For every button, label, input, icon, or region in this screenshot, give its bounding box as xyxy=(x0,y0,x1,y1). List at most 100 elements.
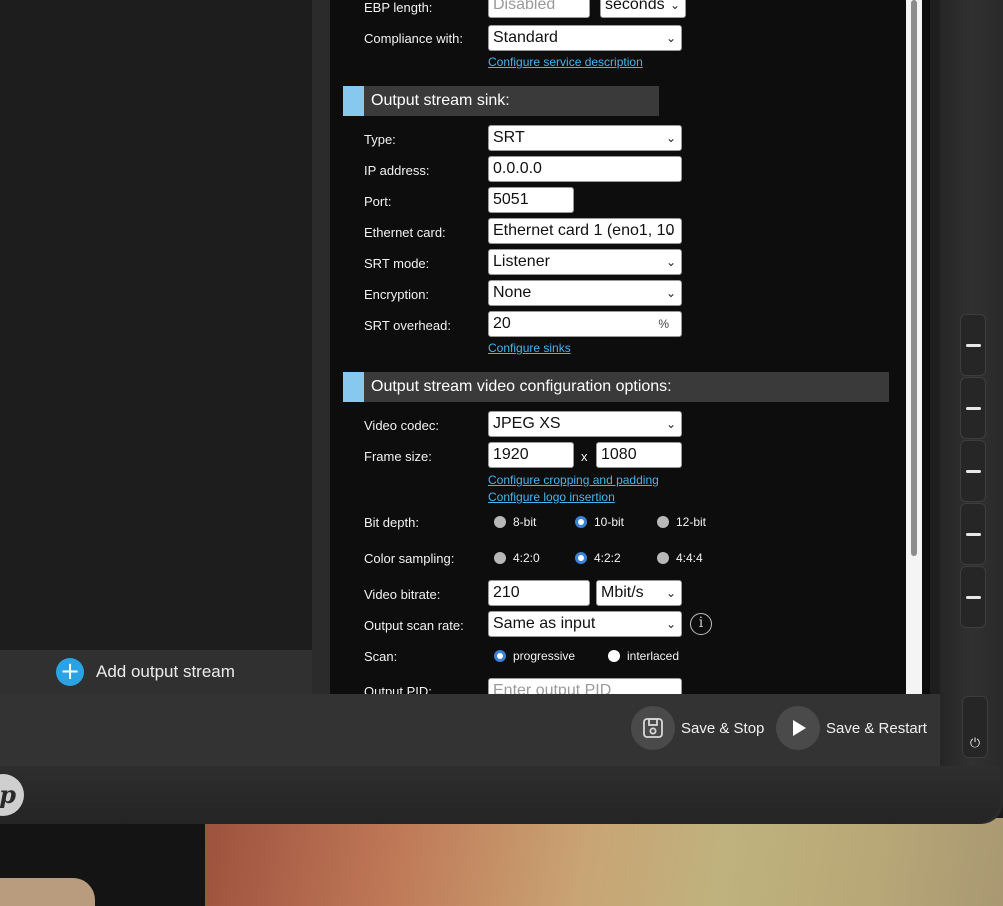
save-stop-button[interactable]: Save & Stop xyxy=(631,706,764,750)
bit-depth-label: Bit depth: xyxy=(364,515,419,530)
radio-dot xyxy=(608,650,620,662)
srt-overhead-label: SRT overhead: xyxy=(364,318,451,333)
radio-dot-selected xyxy=(494,650,506,662)
monitor-menu-button-2[interactable] xyxy=(960,377,986,439)
bit-depth-10-radio[interactable]: 10-bit xyxy=(575,515,624,529)
video-codec-select[interactable]: JPEG XS ⌄ xyxy=(488,411,682,437)
floppy-disk-icon xyxy=(631,706,675,750)
section-accent xyxy=(343,86,364,116)
add-output-stream-button[interactable]: + Add output stream xyxy=(56,658,235,686)
radio-dot-selected xyxy=(575,516,587,528)
panel-edge xyxy=(922,0,930,694)
monitor-menu-button-5[interactable] xyxy=(960,566,986,628)
bit-depth-12-label: 12-bit xyxy=(676,515,707,529)
video-section-title: Output stream video configuration option… xyxy=(371,378,672,395)
scan-interlaced-label: interlaced xyxy=(627,649,680,663)
scan-interlaced-radio[interactable]: interlaced xyxy=(608,649,679,663)
ethernet-card-value: Ethernet card 1 (eno1, 10 xyxy=(493,222,675,239)
port-input[interactable]: 5051 xyxy=(488,187,574,213)
bit-depth-8-label: 8-bit xyxy=(513,515,537,529)
color-sampling-422-radio[interactable]: 4:2:2 xyxy=(575,551,621,565)
bit-depth-10-label: 10-bit xyxy=(594,515,625,529)
video-bitrate-unit-value: Mbit/s xyxy=(601,584,644,601)
power-icon[interactable]: ⏻ xyxy=(962,696,988,758)
srt-mode-select[interactable]: Listener ⌄ xyxy=(488,249,682,275)
ip-address-label: IP address: xyxy=(364,163,430,178)
chevron-down-icon: ⌄ xyxy=(665,417,676,431)
configure-sinks-link[interactable]: Configure sinks xyxy=(488,341,571,355)
percent-unit: % xyxy=(658,317,669,331)
monitor-menu-button-1[interactable] xyxy=(960,314,986,376)
srt-overhead-value: 20 xyxy=(493,315,511,332)
output-pid-label: Output PID: xyxy=(364,684,432,694)
color-sampling-420-radio[interactable]: 4:2:0 xyxy=(494,551,540,565)
port-label: Port: xyxy=(364,194,392,209)
output-scan-rate-value: Same as input xyxy=(493,615,596,632)
scan-progressive-label: progressive xyxy=(513,649,576,663)
plus-icon: + xyxy=(56,658,84,686)
configure-cropping-link[interactable]: Configure cropping and padding xyxy=(488,473,659,487)
ethernet-card-select[interactable]: Ethernet card 1 (eno1, 10 ⌄ xyxy=(488,218,682,244)
ethernet-card-label: Ethernet card: xyxy=(364,225,446,240)
compliance-select[interactable]: Standard ⌄ xyxy=(488,25,682,51)
video-bitrate-input[interactable]: 210 xyxy=(488,580,590,606)
frame-width-input[interactable]: 1920 xyxy=(488,442,574,468)
encryption-label: Encryption: xyxy=(364,287,430,302)
chevron-down-icon: ⌄ xyxy=(665,255,676,269)
scan-progressive-radio[interactable]: progressive xyxy=(494,649,575,663)
color-sampling-422-label: 4:2:2 xyxy=(594,551,621,565)
save-restart-label: Save & Restart xyxy=(826,719,927,737)
stand-base xyxy=(0,878,95,906)
video-bitrate-unit-select[interactable]: Mbit/s ⌄ xyxy=(596,580,682,606)
srt-mode-label: SRT mode: xyxy=(364,256,430,271)
monitor-bottom-bezel xyxy=(0,766,1000,824)
srt-overhead-input[interactable]: 20% xyxy=(488,311,682,337)
ebp-length-unit-select[interactable]: seconds ⌄ xyxy=(600,0,686,18)
video-codec-value: JPEG XS xyxy=(493,415,561,432)
encryption-value: None xyxy=(493,284,532,301)
srt-mode-value: Listener xyxy=(493,253,550,270)
radio-dot-selected xyxy=(575,552,587,564)
chevron-down-icon: ⌄ xyxy=(669,0,680,12)
ip-address-input[interactable]: 0.0.0.0 xyxy=(488,156,682,182)
chevron-down-icon: ⌄ xyxy=(665,131,676,145)
ebp-length-input[interactable]: Disabled xyxy=(488,0,590,18)
save-restart-button[interactable]: Save & Restart xyxy=(776,706,927,750)
ebp-length-label: EBP length: xyxy=(364,0,433,15)
info-icon[interactable]: i xyxy=(690,613,712,635)
color-sampling-420-label: 4:2:0 xyxy=(513,551,540,565)
sink-section-header: Output stream sink: xyxy=(343,86,659,116)
monitor-menu-button-4[interactable] xyxy=(960,503,986,565)
add-output-stream-label: Add output stream xyxy=(96,662,235,681)
chevron-down-icon: ⌄ xyxy=(665,286,676,300)
chevron-down-icon: ⌄ xyxy=(665,224,676,238)
monitor-menu-button-3[interactable] xyxy=(960,440,986,502)
radio-dot xyxy=(494,516,506,528)
configure-logo-link[interactable]: Configure logo insertion xyxy=(488,490,615,504)
chevron-down-icon: ⌄ xyxy=(665,617,676,631)
frame-height-input[interactable]: 1080 xyxy=(596,442,682,468)
pane-divider xyxy=(312,0,330,694)
output-pid-input[interactable]: Enter output PID xyxy=(488,678,682,694)
chevron-down-icon: ⌄ xyxy=(665,586,676,600)
bit-depth-8-radio[interactable]: 8-bit xyxy=(494,515,536,529)
encryption-select[interactable]: None ⌄ xyxy=(488,280,682,306)
type-select[interactable]: SRT ⌄ xyxy=(488,125,682,151)
output-scan-rate-select[interactable]: Same as input ⌄ xyxy=(488,611,682,637)
scrollbar-thumb[interactable] xyxy=(911,0,917,556)
radio-dot xyxy=(494,552,506,564)
chevron-down-icon: ⌄ xyxy=(665,31,676,45)
scan-label: Scan: xyxy=(364,649,398,664)
type-label: Type: xyxy=(364,132,396,147)
video-codec-label: Video codec: xyxy=(364,418,439,433)
bit-depth-12-radio[interactable]: 12-bit xyxy=(657,515,706,529)
radio-dot xyxy=(657,552,669,564)
compliance-value: Standard xyxy=(493,29,558,46)
save-stop-label: Save & Stop xyxy=(681,719,765,737)
configure-service-description-link[interactable]: Configure service description xyxy=(488,55,643,69)
play-icon xyxy=(776,706,820,750)
color-sampling-444-radio[interactable]: 4:4:4 xyxy=(657,551,703,565)
section-accent xyxy=(343,372,364,402)
stream-list-pane xyxy=(0,0,312,650)
frame-size-label: Frame size: xyxy=(364,449,432,464)
